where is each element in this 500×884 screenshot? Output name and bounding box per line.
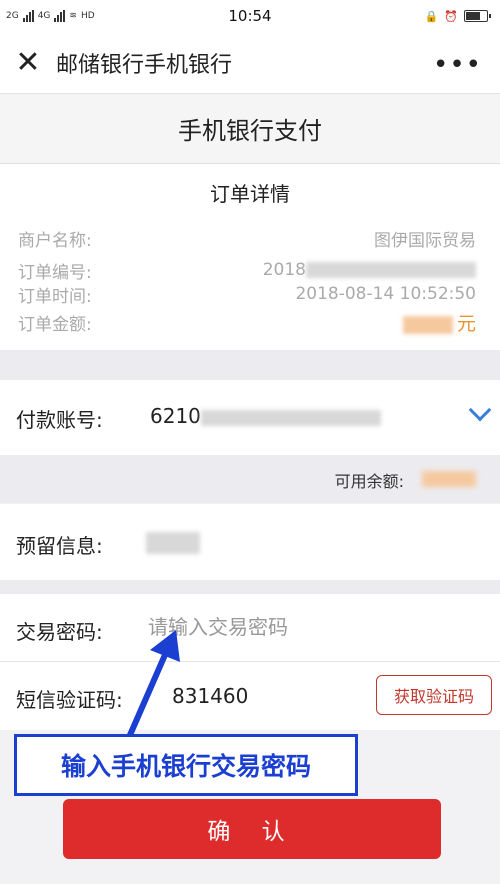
- signal-icon-2: [54, 10, 66, 22]
- get-sms-code-button[interactable]: 获取验证码: [376, 675, 492, 715]
- order-number-value: 2018: [263, 260, 476, 280]
- password-row: 交易密码:: [0, 594, 500, 662]
- balance-row: 可用余额:: [0, 455, 500, 503]
- order-details-title: 订单详情: [210, 182, 290, 206]
- balance-label: 可用余额:: [334, 472, 404, 491]
- password-label: 交易密码:: [16, 620, 103, 644]
- section-gap-2: [0, 580, 500, 594]
- annotation-label: 输入手机银行交易密码: [14, 734, 358, 796]
- order-amount-value: 元: [402, 309, 476, 336]
- chevron-down-icon[interactable]: [468, 398, 492, 422]
- section-gap: [0, 350, 500, 380]
- page-title: 手机银行支付: [0, 94, 500, 164]
- sms-code-label: 短信验证码:: [16, 688, 123, 712]
- payment-account-row[interactable]: 付款账号: 6210: [0, 380, 500, 455]
- signal-icon: [22, 10, 34, 22]
- payment-account-label: 付款账号:: [16, 408, 103, 432]
- order-amount-label: 订单金额:: [18, 314, 92, 335]
- hd-call-label: HD: [80, 11, 95, 21]
- balance-redacted: [422, 471, 476, 487]
- order-row-merchant: 商户名称: 图伊国际贸易: [18, 226, 476, 251]
- confirm-button[interactable]: 确 认: [63, 799, 441, 859]
- amount-unit: 元: [456, 312, 476, 335]
- reserved-info-row: 预留信息:: [0, 504, 500, 580]
- payment-account-value: 6210: [150, 404, 381, 428]
- merchant-value: 图伊国际贸易: [374, 230, 476, 251]
- status-bar-left: 2G 4G ≋ HD: [6, 10, 95, 22]
- order-time-label: 订单时间:: [18, 286, 92, 307]
- order-number-redacted: [306, 262, 476, 278]
- order-row-number: 订单编号: 2018: [18, 258, 476, 283]
- order-number-prefix: 2018: [262, 260, 306, 280]
- nav-bar: ✕ 邮储银行手机银行 •••: [0, 32, 500, 94]
- reserved-info-redacted: [146, 532, 200, 554]
- order-number-label: 订单编号:: [18, 262, 92, 283]
- order-details: 订单详情 商户名称: 图伊国际贸易 订单编号: 2018 订单时间: 2018-…: [0, 164, 500, 350]
- network-type-label: 2G: [6, 11, 19, 21]
- merchant-label: 商户名称:: [18, 230, 92, 251]
- network-type-label-2: 4G: [37, 11, 51, 21]
- order-amount-redacted: [402, 315, 453, 334]
- alarm-icon: ⏰: [444, 9, 458, 23]
- status-bar: 2G 4G ≋ HD 10:54 🔒 ⏰: [0, 0, 500, 32]
- account-redacted: [200, 409, 381, 426]
- reserved-info-label: 预留信息:: [16, 534, 103, 558]
- close-icon[interactable]: ✕: [4, 32, 52, 94]
- order-row-amount: 订单金额: 元: [18, 309, 476, 336]
- wifi-icon: ≋: [69, 11, 77, 21]
- status-bar-right: 🔒 ⏰: [424, 9, 491, 23]
- sms-code-row: 短信验证码: 831460 获取验证码: [0, 662, 500, 730]
- account-prefix: 6210: [150, 404, 201, 428]
- order-time-value: 2018-08-14 10:52:50: [295, 284, 476, 304]
- nav-title: 邮储银行手机银行: [56, 52, 233, 78]
- order-row-time: 订单时间: 2018-08-14 10:52:50: [18, 282, 476, 307]
- annotation-arrow-icon: [127, 630, 180, 738]
- battery-icon: [464, 10, 491, 22]
- more-dots-icon[interactable]: •••: [433, 50, 482, 80]
- lock-rotation-icon: 🔒: [424, 9, 439, 23]
